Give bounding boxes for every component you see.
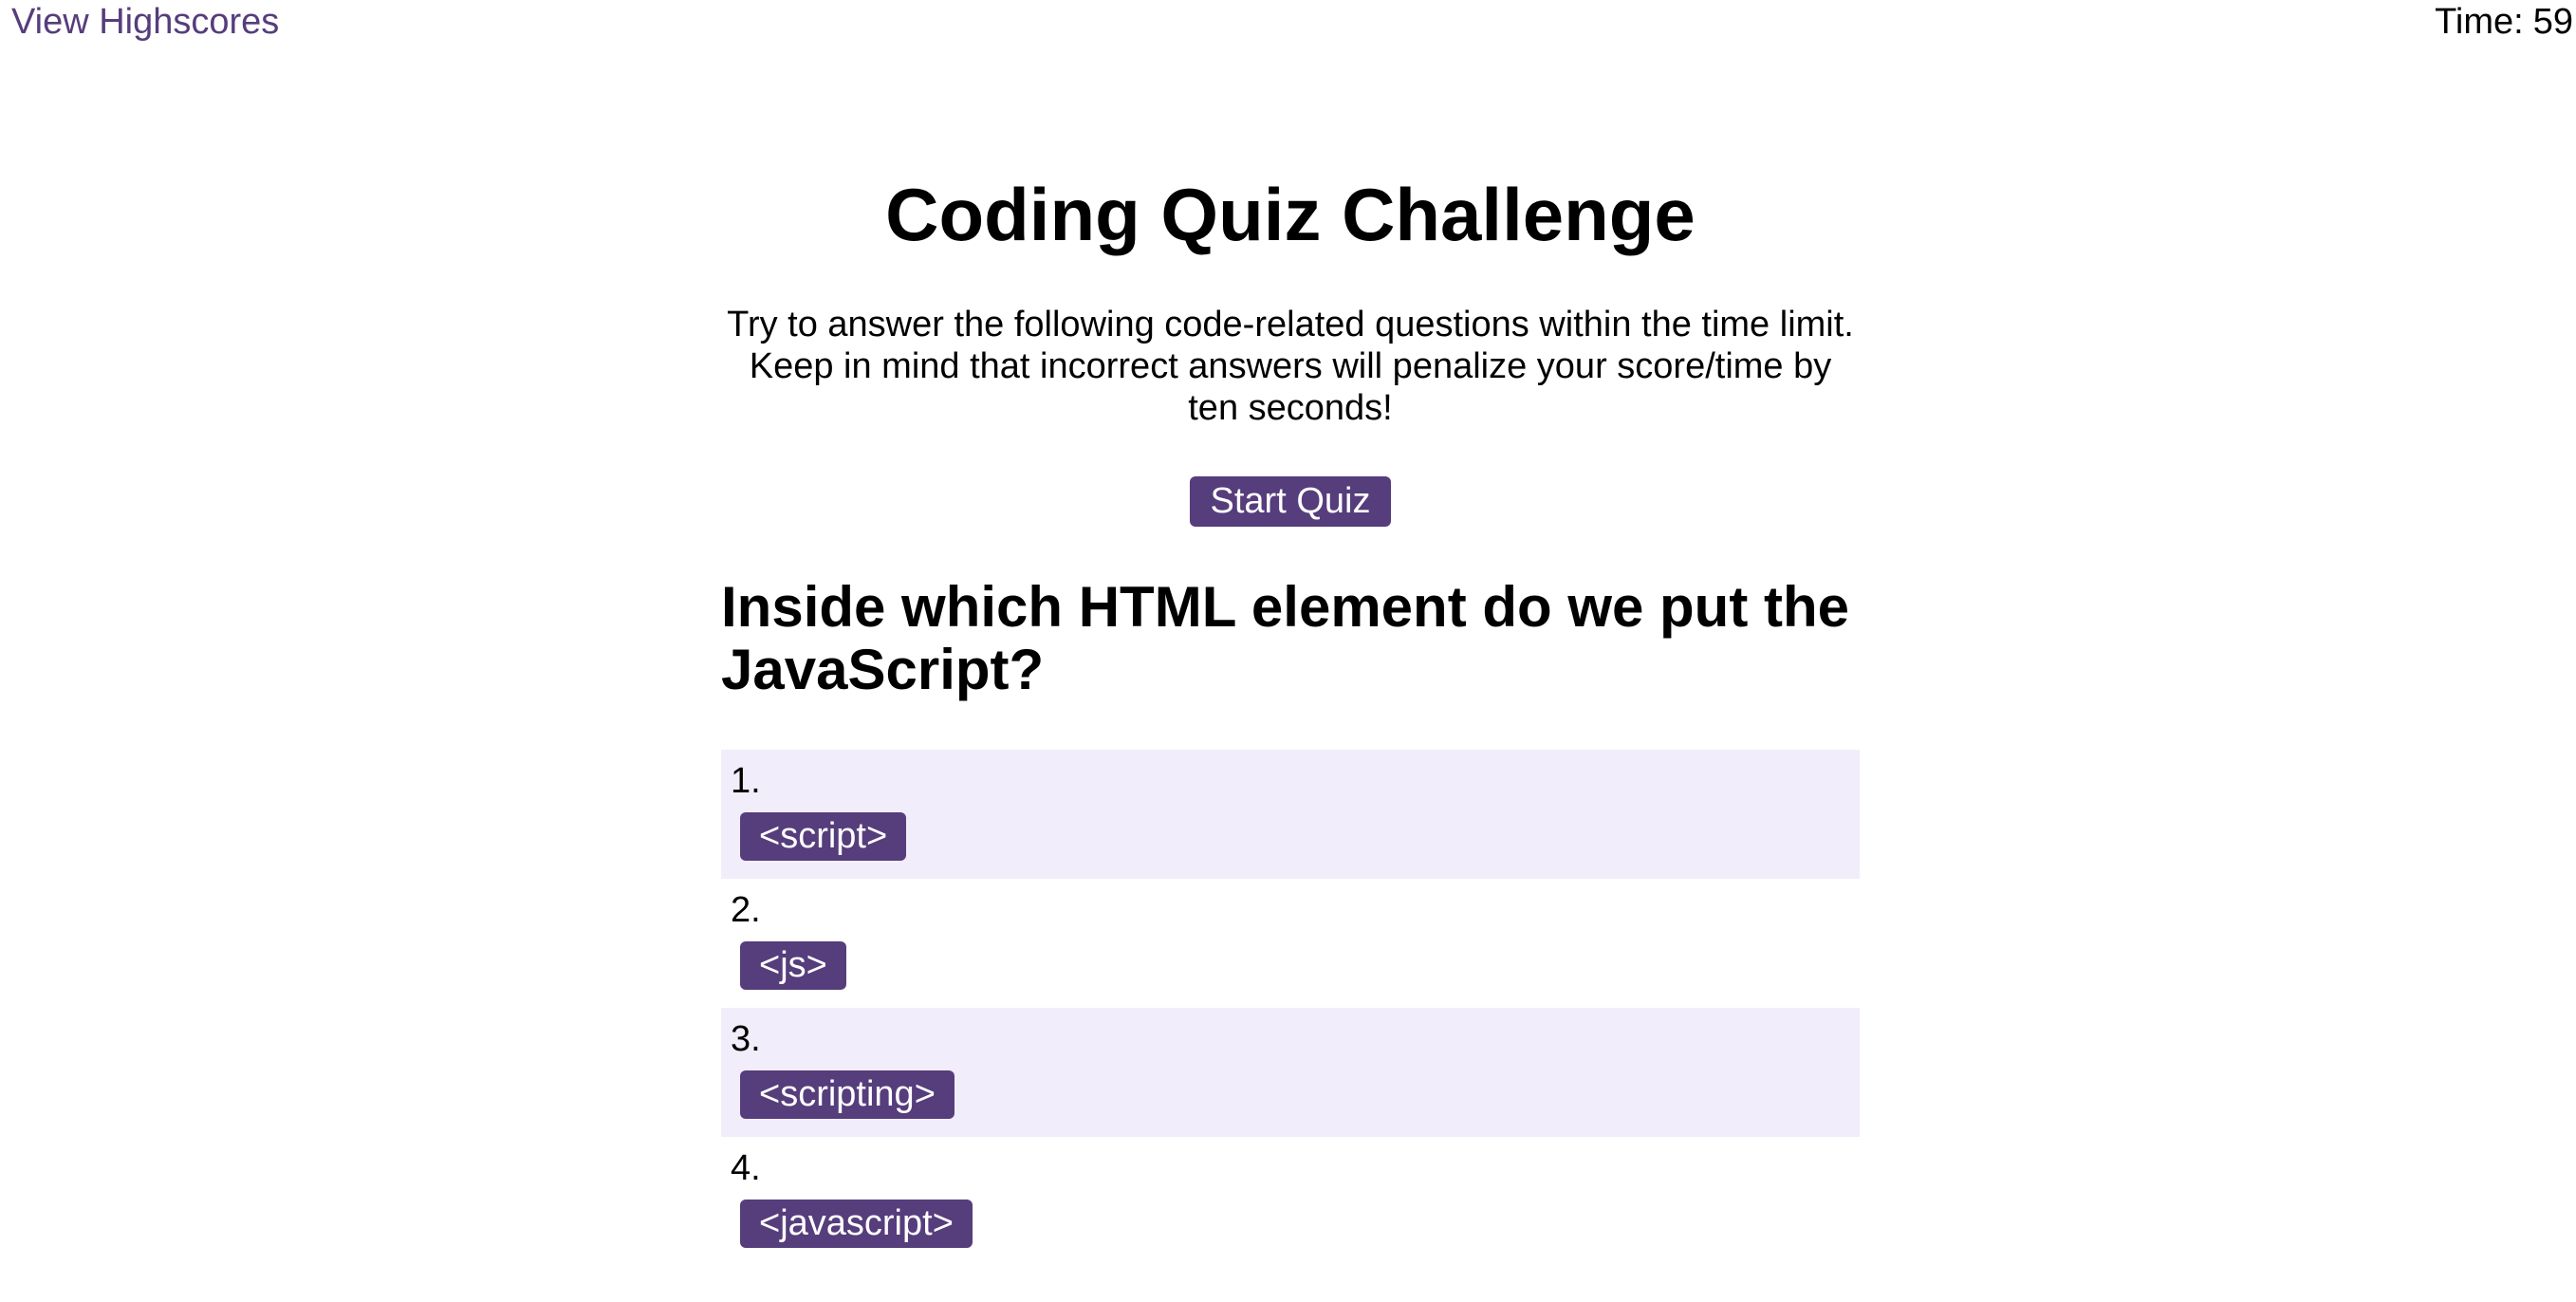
- choice-item-3: 3. <scripting>: [721, 1008, 1860, 1137]
- choice-number: 3.: [731, 1019, 761, 1059]
- intro-text: Try to answer the following code-related…: [727, 305, 1854, 428]
- choice-item-1: 1. <script>: [721, 750, 1860, 879]
- choice-button-script[interactable]: <script>: [740, 812, 907, 861]
- view-highscores-link[interactable]: View Highscores: [11, 0, 279, 44]
- timer-label: Time:: [2435, 2, 2524, 42]
- page-title: Coding Quiz Challenge: [885, 173, 1696, 256]
- choice-number: 1.: [731, 761, 761, 801]
- start-quiz-button[interactable]: Start Quiz: [1190, 476, 1391, 527]
- question-text: Inside which HTML element do we put the …: [721, 575, 1849, 701]
- choice-number: 2.: [731, 890, 761, 930]
- choice-button-javascript[interactable]: <javascript>: [740, 1200, 973, 1248]
- timer-value: 59: [2532, 2, 2573, 42]
- choice-button-scripting[interactable]: <scripting>: [740, 1070, 954, 1119]
- timer: Time: 59: [2435, 0, 2573, 44]
- choice-number: 4.: [731, 1148, 761, 1188]
- choice-item-4: 4. <javascript>: [721, 1137, 1860, 1266]
- choice-list: 1. <script> 2. <js> 3. <scripting> 4. <j…: [721, 750, 1860, 1266]
- choice-button-js[interactable]: <js>: [740, 941, 846, 990]
- choice-item-2: 2. <js>: [721, 879, 1860, 1008]
